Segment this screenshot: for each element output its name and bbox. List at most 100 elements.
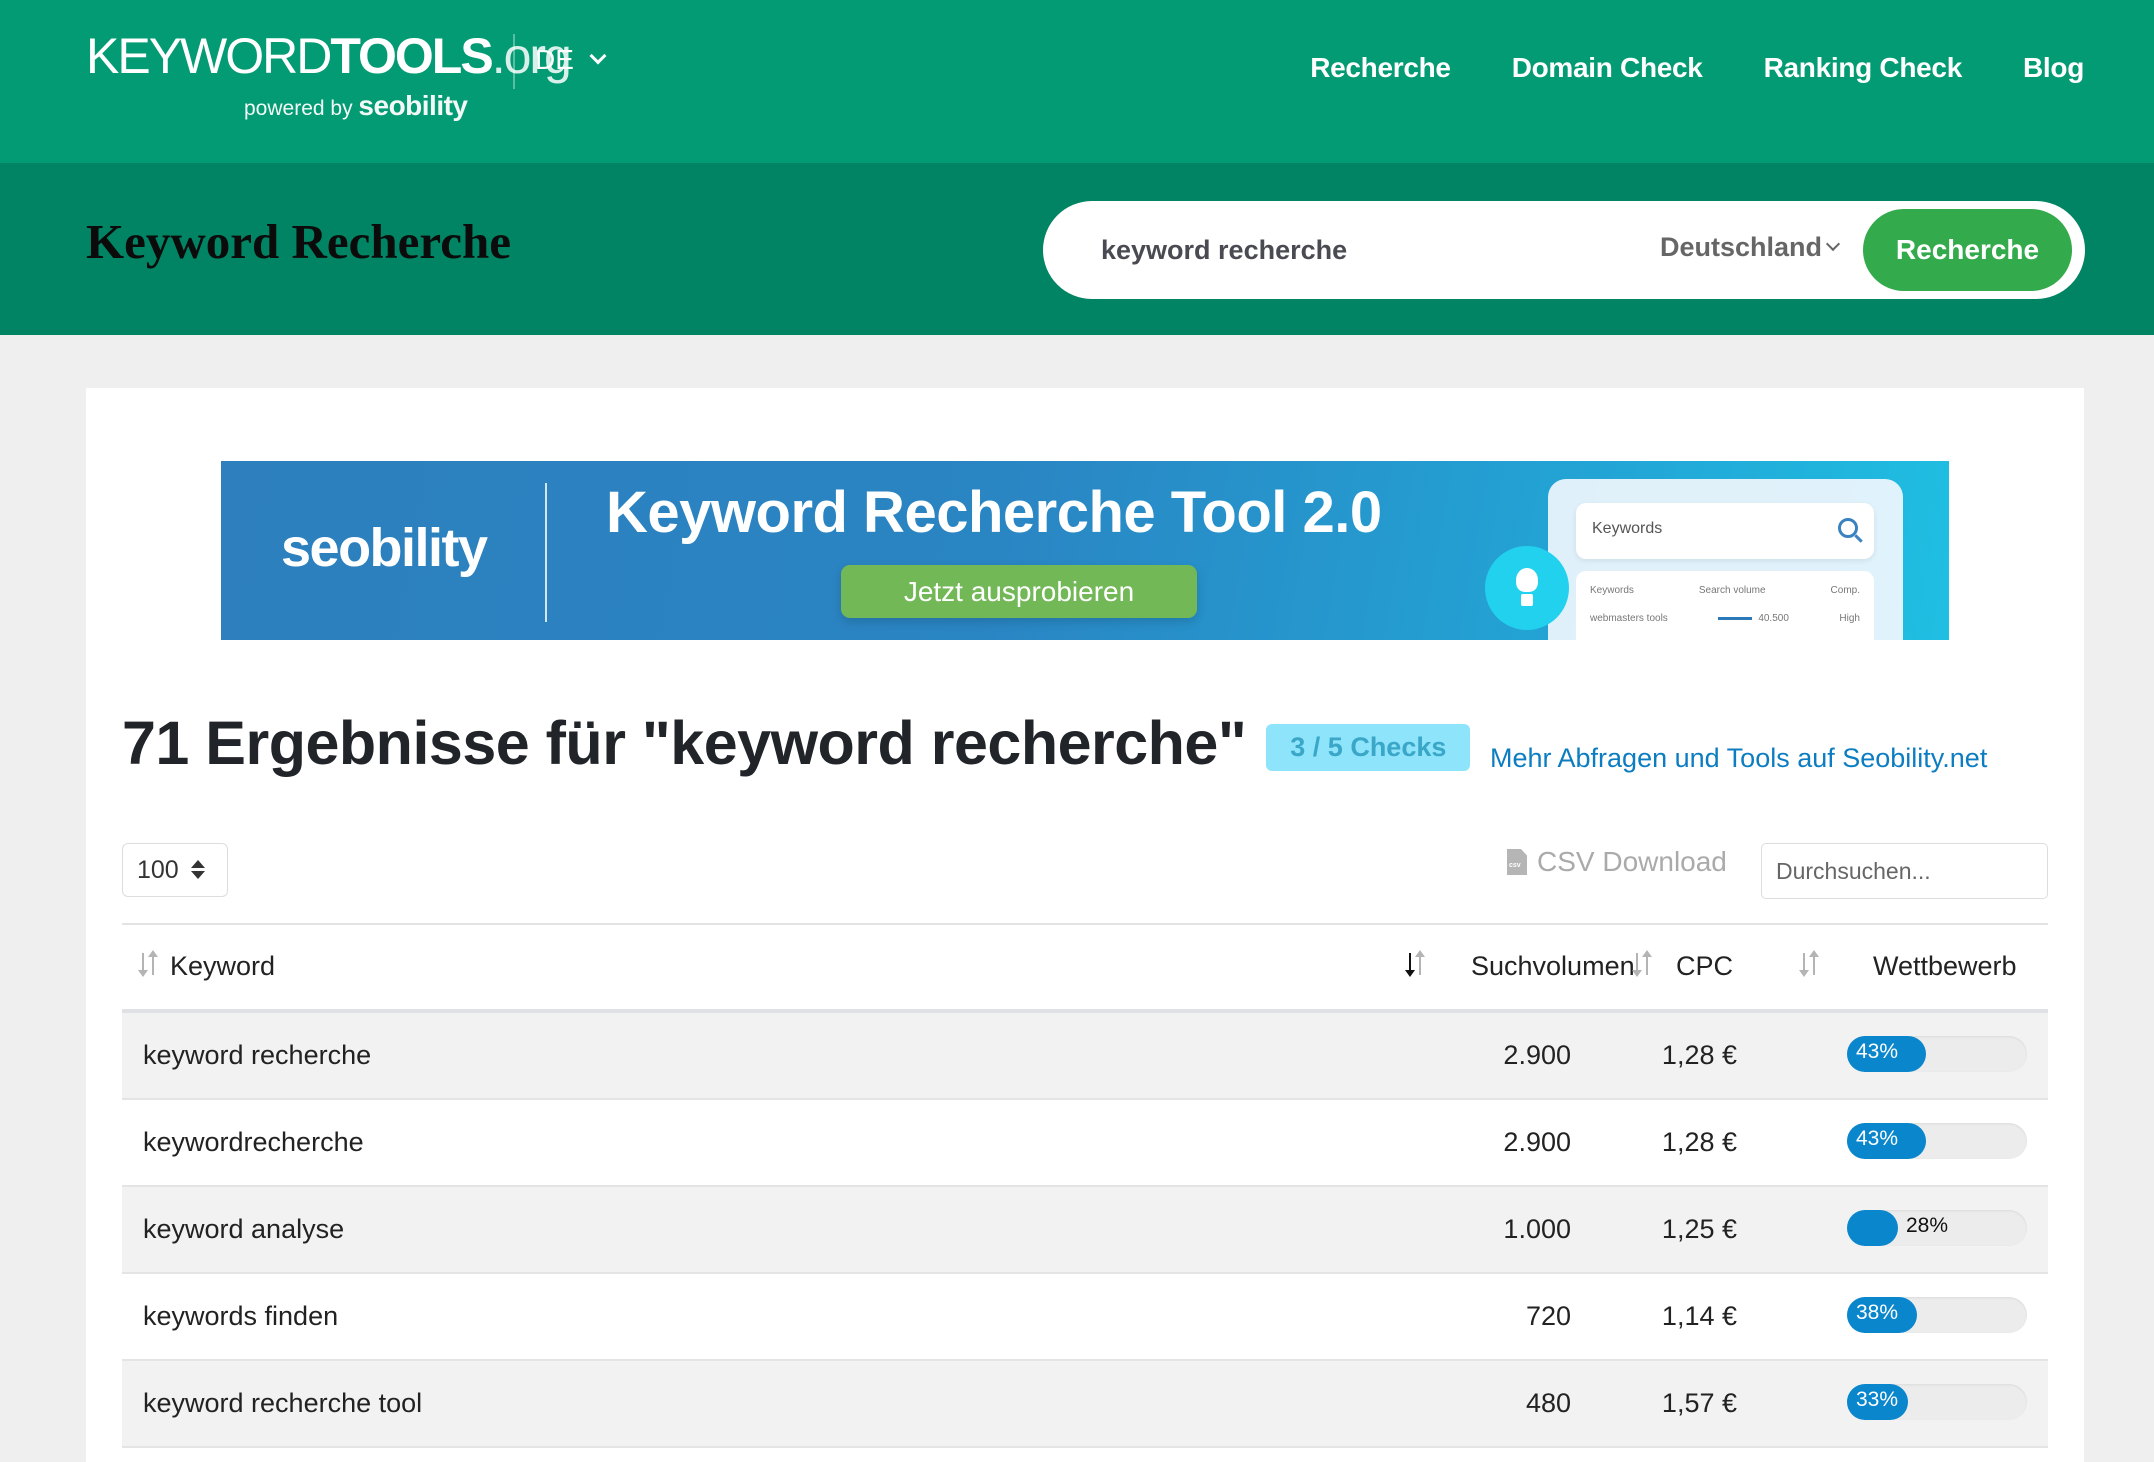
banner-headline: Keyword Recherche Tool 2.0 [606, 480, 1382, 545]
keyword-results-table: Keyword Suchvolumen CPC Wettbewerb keywo… [122, 923, 2048, 1448]
column-header-keyword[interactable]: Keyword [138, 949, 275, 982]
table-row[interactable]: keywords finden 720 1,14 € 38% [122, 1274, 2048, 1361]
mockup-volume-value: 40.500 [1758, 613, 1789, 624]
logo-divider [513, 34, 515, 89]
logo-powered-by: powered by seobility [244, 90, 468, 122]
powered-by-brand: seobility [358, 90, 468, 121]
search-submit-button[interactable]: Recherche [1863, 209, 2072, 291]
column-header-suchvolumen[interactable]: Suchvolumen [1405, 949, 1635, 982]
results-heading: 71 Ergebnisse für "keyword recherche" 3 … [122, 708, 1471, 778]
chevron-down-icon [589, 47, 607, 65]
competition-label: 28% [1906, 1214, 1949, 1237]
mockup-cell: webmasters tools [1590, 613, 1668, 624]
mockup-col: Search volume [1698, 585, 1766, 596]
table-header: Keyword Suchvolumen CPC Wettbewerb [122, 925, 2048, 1013]
mockup-col: Keywords [1590, 585, 1634, 596]
language-label: DE [535, 44, 574, 75]
results-title: 71 Ergebnisse für "keyword recherche" [122, 708, 1247, 778]
mockup-volume-cell: 40.500 [1718, 613, 1789, 624]
column-label: Suchvolumen [1471, 951, 1635, 981]
nav-ranking-check[interactable]: Ranking Check [1764, 52, 1963, 84]
table-filter-input[interactable] [1761, 843, 2048, 899]
column-label: Wettbewerb [1873, 951, 2017, 981]
sort-icon [1799, 949, 1821, 981]
search-volume-cell: 480 [1525, 1388, 1571, 1418]
lightbulb-base [1521, 594, 1533, 606]
competition-label: 38% [1856, 1301, 1899, 1324]
country-select-value: Deutschland [1660, 232, 1823, 262]
column-header-cpc[interactable]: CPC [1632, 949, 1734, 982]
mockup-table-header: Keywords Search volume Comp. [1590, 585, 1860, 596]
search-icon [1838, 518, 1858, 538]
keyword-cell[interactable]: keyword analyse [143, 1214, 344, 1245]
mockup-table-row: webmasters tools 40.500 High [1590, 613, 1860, 624]
select-updown-icon [191, 860, 205, 879]
lightbulb-icon [1485, 546, 1569, 630]
results-count: 71 [122, 709, 189, 777]
cpc-cell: 1,28 € [1661, 1040, 1737, 1070]
competition-bar-fill [1847, 1210, 1898, 1246]
mockup-cell: High [1839, 613, 1860, 624]
csv-file-icon: csv [1507, 849, 1527, 875]
table-row[interactable]: keyword recherche tool 480 1,57 € 33% [122, 1361, 2048, 1448]
competition-label: 33% [1856, 1388, 1899, 1411]
mockup-col: Comp. [1830, 585, 1860, 596]
banner-product-mockup: Keywords Keywords Search volume Comp. we… [1548, 479, 1903, 640]
cpc-cell: 1,57 € [1661, 1388, 1737, 1418]
competition-label: 43% [1856, 1040, 1899, 1063]
search-volume-cell: 2.900 [1503, 1127, 1571, 1157]
keyword-cell[interactable]: keyword recherche tool [143, 1388, 422, 1419]
nav-domain-check[interactable]: Domain Check [1512, 52, 1703, 84]
mockup-table: Keywords Search volume Comp. webmasters … [1576, 571, 1874, 640]
table-row[interactable]: keyword recherche 2.900 1,28 € 43% [122, 1013, 2048, 1100]
competition-bar: 38% [1847, 1297, 2027, 1333]
cpc-cell: 1,14 € [1661, 1301, 1737, 1331]
checks-remaining-badge: 3 / 5 Checks [1266, 723, 1471, 771]
main-nav: Recherche Domain Check Ranking Check Blo… [1310, 52, 2084, 84]
country-select[interactable]: Deutschland [1660, 232, 1841, 263]
sort-icon [1632, 949, 1654, 981]
column-header-wettbewerb[interactable]: Wettbewerb [1799, 949, 2017, 982]
lightbulb-glass [1516, 568, 1538, 592]
banner-divider [545, 483, 547, 622]
cpc-cell: 1,28 € [1661, 1127, 1737, 1157]
page-title: Keyword Recherche [86, 214, 511, 269]
csv-icon-text: csv [1509, 862, 1521, 869]
search-volume-cell: 2.900 [1503, 1040, 1571, 1070]
seobility-more-link[interactable]: Mehr Abfragen und Tools auf Seobility.ne… [1490, 743, 1987, 774]
cpc-cell: 1,25 € [1661, 1214, 1737, 1244]
chevron-down-icon [1825, 236, 1841, 251]
mockup-search-placeholder: Keywords [1592, 520, 1663, 537]
keyword-cell[interactable]: keywordrecherche [143, 1127, 364, 1158]
keyword-cell[interactable]: keyword recherche [143, 1040, 371, 1071]
sort-icon [138, 949, 160, 981]
banner-cta-button[interactable]: Jetzt ausprobieren [841, 565, 1197, 618]
competition-label: 43% [1856, 1127, 1899, 1150]
competition-bar: 33% [1847, 1384, 2027, 1420]
competition-bar: 28% [1847, 1210, 2027, 1246]
search-volume-cell: 720 [1525, 1301, 1571, 1331]
site-logo[interactable]: KEYWORDTOOLS.org powered by seobility [86, 28, 572, 121]
search-header: Keyword Recherche Deutschland Recherche [0, 163, 2154, 335]
nav-recherche[interactable]: Recherche [1310, 52, 1451, 84]
csv-download-button[interactable]: csv CSV Download [1507, 846, 1727, 878]
results-query-text: Ergebnisse für "keyword recherche" [188, 709, 1247, 777]
page-size-select[interactable]: 100 [122, 843, 228, 897]
logo-wordmark: KEYWORDTOOLS.org [86, 28, 572, 84]
powered-by-text: powered by [244, 97, 353, 120]
page-size-value: 100 [137, 856, 179, 884]
table-row[interactable]: keyword analyse 1.000 1,25 € 28% [122, 1187, 2048, 1274]
column-label: CPC [1676, 951, 1734, 981]
keyword-cell[interactable]: keywords finden [143, 1301, 338, 1332]
keyword-search-form: Deutschland Recherche [1043, 201, 2085, 299]
banner-brand-logo: seobility [281, 518, 488, 578]
keyword-search-input[interactable] [1101, 223, 1601, 277]
mockup-search-field: Keywords [1576, 503, 1874, 559]
nav-blog[interactable]: Blog [2023, 52, 2084, 84]
promo-banner[interactable]: seobility Keyword Recherche Tool 2.0 Jet… [221, 461, 1949, 640]
competition-bar: 43% [1847, 1036, 2027, 1072]
mockup-volume-bar [1718, 616, 1753, 620]
csv-download-label: CSV Download [1537, 846, 1727, 877]
table-row[interactable]: keywordrecherche 2.900 1,28 € 43% [122, 1100, 2048, 1187]
language-selector[interactable]: DE [535, 44, 607, 76]
